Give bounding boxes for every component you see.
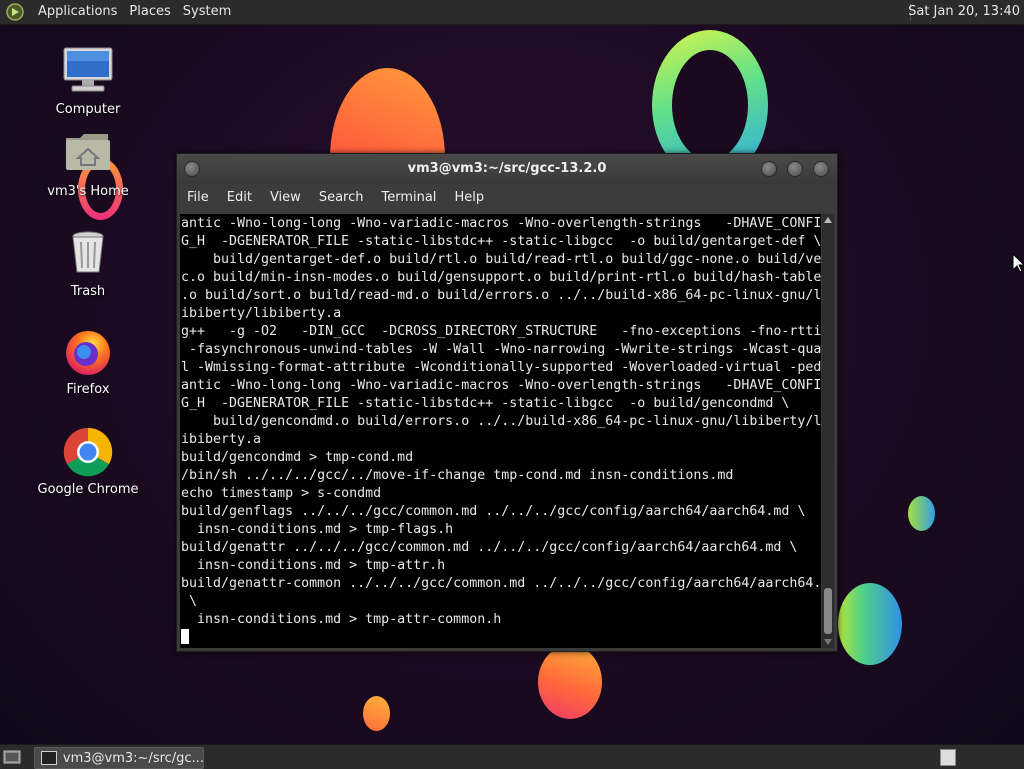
firefox-icon (62, 326, 114, 378)
terminal-line: ibiberty/libiberty.a (181, 306, 342, 321)
terminal-output[interactable]: antic -Wno-long-long -Wno-variadic-macro… (180, 214, 821, 648)
workspace-switcher[interactable] (940, 749, 956, 766)
desktop-icon-label: vm3's Home (47, 184, 129, 199)
chrome-icon (62, 426, 114, 478)
menu-view[interactable]: View (260, 184, 309, 212)
minimize-button[interactable] (761, 161, 777, 177)
computer-icon (62, 46, 114, 98)
terminal-line: build/genattr ../../../gcc/common.md ../… (181, 540, 798, 555)
desktop-icon-firefox[interactable]: Firefox (33, 326, 143, 397)
terminal-line: build/gencondmd.o build/errors.o ../../b… (181, 414, 821, 429)
home-folder-icon (62, 128, 114, 180)
taskbar-item-label: vm3@vm3:~/src/gc... (62, 750, 203, 766)
close-button[interactable] (813, 161, 829, 177)
show-desktop-icon[interactable] (3, 749, 21, 765)
terminal-line: .o build/sort.o build/read-md.o build/er… (181, 288, 821, 303)
scrollbar-thumb[interactable] (824, 588, 832, 634)
bottom-panel: vm3@vm3:~/src/gc... (0, 744, 1024, 769)
scroll-up-arrow-icon[interactable] (824, 217, 832, 223)
menu-terminal[interactable]: Terminal (371, 184, 444, 212)
maximize-button[interactable] (787, 161, 803, 177)
terminal-line: /bin/sh ../../../gcc/../move-if-change t… (181, 468, 734, 483)
wallpaper-orange-shape (538, 645, 602, 719)
terminal-cursor (181, 629, 189, 644)
terminal-line: build/gentarget-def.o build/rtl.o build/… (181, 252, 821, 267)
terminal-line: g++ -g -O2 -DIN_GCC -DCROSS_DIRECTORY_ST… (181, 324, 821, 339)
terminal-line: build/genattr-common ../../../gcc/common… (181, 576, 821, 591)
window-title: vm3@vm3:~/src/gcc-13.2.0 (407, 161, 607, 176)
desktop-icon-label: Firefox (66, 382, 110, 397)
terminal-icon (41, 751, 57, 765)
terminal-text: antic -Wno-long-long -Wno-variadic-macro… (180, 214, 821, 647)
terminal-line: insn-conditions.md > tmp-attr-common.h (181, 612, 502, 627)
terminal-menubar: File Edit View Search Terminal Help (177, 184, 837, 212)
menu-file[interactable]: File (177, 184, 217, 212)
desktop-icon-label: Google Chrome (37, 482, 139, 497)
terminal-line: G_H -DGENERATOR_FILE -static-libstdc++ -… (181, 396, 790, 411)
applications-menu[interactable]: Applications (32, 0, 123, 24)
mouse-pointer-icon (1012, 253, 1024, 273)
terminal-line: build/gencondmd > tmp-cond.md (181, 450, 414, 465)
menu-edit[interactable]: Edit (217, 184, 260, 212)
desktop-icon-trash[interactable]: Trash (33, 228, 143, 299)
desktop-icon-home[interactable]: vm3's Home (33, 128, 143, 199)
terminal-line: -fasynchronous-unwind-tables -W -Wall -W… (181, 342, 821, 357)
terminal-line: c.o build/min-insn-modes.o build/gensupp… (181, 270, 821, 285)
trash-icon (62, 228, 114, 280)
terminal-line: insn-conditions.md > tmp-attr.h (181, 558, 446, 573)
terminal-line: echo timestamp > s-condmd (181, 486, 382, 501)
desktop-icon-label: Computer (55, 102, 121, 117)
top-panel: Applications Places System Sat Jan 20, 1… (0, 0, 1024, 25)
terminal-line: antic -Wno-long-long -Wno-variadic-macro… (181, 378, 821, 393)
terminal-line: build/genflags ../../../gcc/common.md ..… (181, 504, 806, 519)
places-menu[interactable]: Places (123, 0, 176, 24)
terminal-line: antic -Wno-long-long -Wno-variadic-macro… (181, 216, 821, 231)
clock[interactable]: Sat Jan 20, 13:40 (908, 0, 1020, 24)
terminal-window: vm3@vm3:~/src/gcc-13.2.0 File Edit View … (176, 153, 838, 652)
terminal-line: l -Wmissing-format-attribute -Wcondition… (181, 360, 821, 375)
system-menu[interactable]: System (177, 0, 237, 24)
scroll-down-arrow-icon[interactable] (824, 639, 832, 645)
taskbar-item-terminal[interactable]: vm3@vm3:~/src/gc... (34, 747, 204, 769)
wallpaper-orange-shape (363, 696, 390, 731)
terminal-line: G_H -DGENERATOR_FILE -static-libstdc++ -… (181, 234, 821, 249)
window-menu-icon[interactable] (184, 161, 200, 177)
wallpaper-green-shape (908, 496, 935, 531)
terminal-scrollbar[interactable] (822, 214, 834, 648)
desktop-icon-label: Trash (70, 284, 106, 299)
menu-search[interactable]: Search (309, 184, 372, 212)
terminal-line: insn-conditions.md > tmp-flags.h (181, 522, 454, 537)
desktop-icon-chrome[interactable]: Google Chrome (33, 426, 143, 497)
menu-help[interactable]: Help (444, 184, 492, 212)
desktop-icon-computer[interactable]: Computer (33, 46, 143, 117)
window-titlebar[interactable]: vm3@vm3:~/src/gcc-13.2.0 (177, 154, 837, 184)
terminal-line: \ (181, 594, 198, 609)
distro-logo-icon[interactable] (6, 3, 24, 21)
wallpaper-green-shape (838, 583, 902, 665)
terminal-line: ibiberty.a (181, 432, 262, 447)
